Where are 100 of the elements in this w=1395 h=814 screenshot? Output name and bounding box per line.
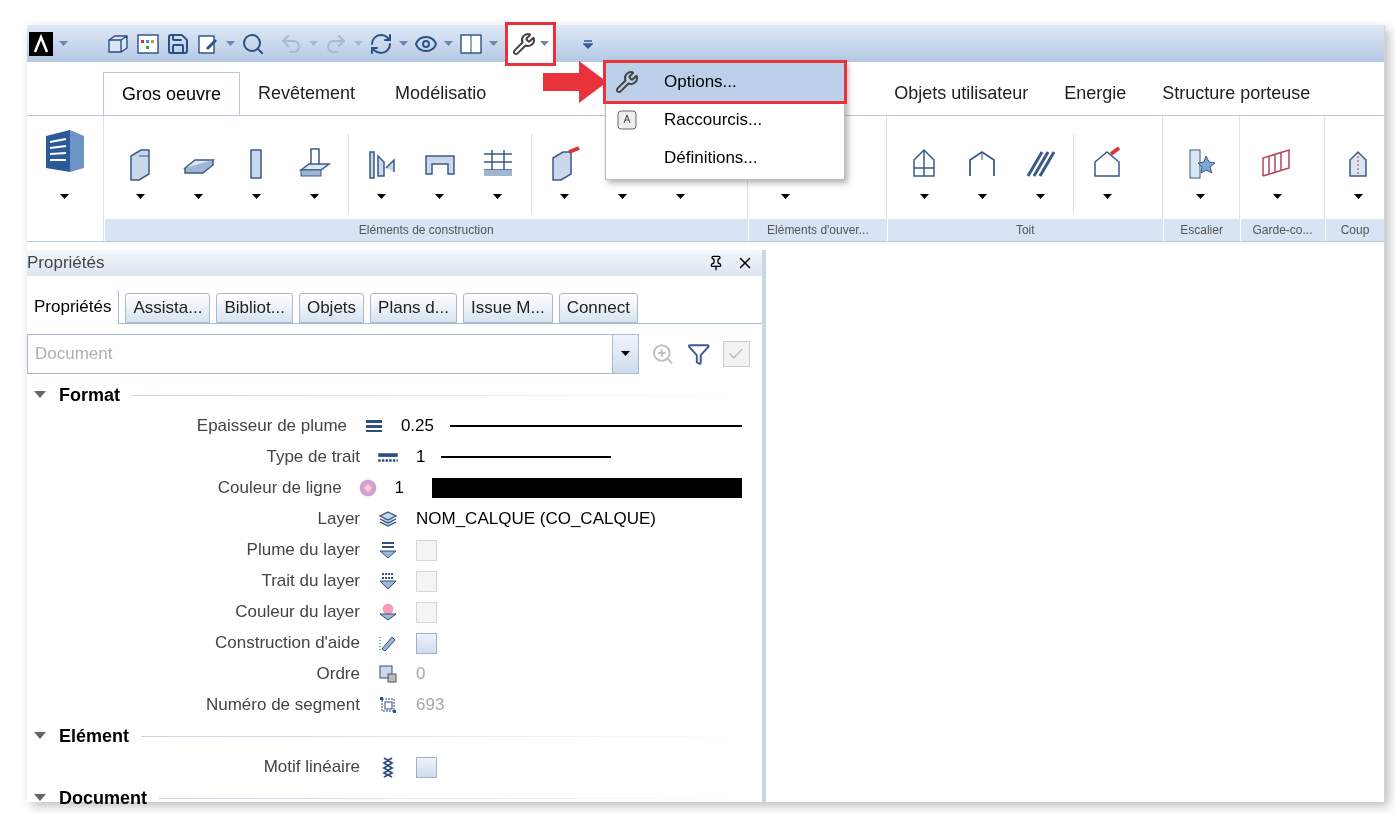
color-layer-icon bbox=[378, 602, 398, 622]
pin-icon[interactable] bbox=[708, 254, 724, 271]
caret-icon bbox=[60, 194, 70, 199]
caret-icon bbox=[676, 194, 686, 199]
section-heading: Document bbox=[59, 786, 147, 810]
property-label: Plume du layer bbox=[245, 539, 360, 562]
section-heading: Format bbox=[59, 383, 120, 407]
caret-icon bbox=[194, 194, 204, 199]
window-layout-icon[interactable] bbox=[459, 31, 483, 56]
collapse-arrow-icon[interactable] bbox=[33, 731, 47, 741]
caret-icon bbox=[310, 194, 320, 199]
property-label: Type de trait bbox=[265, 446, 360, 469]
layers-icon bbox=[378, 509, 398, 529]
panel-title: Propriétés bbox=[27, 252, 105, 274]
value-text: NOM_CALQUE (CO_CALQUE) bbox=[416, 508, 656, 531]
caret-icon bbox=[309, 41, 318, 46]
property-label: Epaisseur de plume bbox=[195, 415, 348, 438]
ribbon-tab[interactable]: Revêtement bbox=[240, 72, 374, 115]
caret-icon bbox=[540, 41, 549, 46]
menu-item[interactable]: Options... bbox=[606, 63, 844, 101]
property-label: Couleur de ligne bbox=[216, 477, 342, 500]
panel-tab[interactable]: Objets bbox=[298, 292, 365, 323]
property-label: Ordre bbox=[315, 663, 360, 686]
tools-icon bbox=[615, 70, 639, 94]
palette-grid-icon[interactable] bbox=[136, 31, 160, 56]
ribbon-tab[interactable]: Modélisatio bbox=[377, 72, 505, 115]
property-label: Motif linéaire bbox=[262, 756, 360, 779]
group-label: Coup bbox=[1340, 222, 1370, 239]
ribbon-tab[interactable]: Objets utilisateur bbox=[876, 72, 1047, 115]
document-dropdown[interactable]: Document bbox=[27, 333, 640, 374]
overflow-icon[interactable] bbox=[583, 38, 593, 49]
wrench-icon bbox=[512, 31, 536, 56]
menu-item[interactable]: Raccourcis... bbox=[606, 101, 844, 139]
filter-icon[interactable] bbox=[687, 341, 711, 366]
caret-icon bbox=[399, 41, 408, 46]
property-label: Layer bbox=[316, 508, 360, 531]
refresh-icon[interactable] bbox=[369, 31, 393, 56]
value-text: 0.25 bbox=[400, 415, 434, 438]
caret-icon bbox=[780, 194, 790, 199]
line-type-icon bbox=[378, 451, 398, 463]
app-logo-icon[interactable] bbox=[29, 31, 53, 56]
property-label: Trait du layer bbox=[260, 570, 360, 593]
caret-icon bbox=[1272, 194, 1282, 199]
document-field[interactable]: Document bbox=[28, 340, 528, 367]
value-text: 1 bbox=[394, 477, 404, 500]
chain-icon bbox=[381, 756, 395, 778]
property-label: Numéro de segment bbox=[204, 694, 360, 717]
keyboard-key-icon bbox=[616, 109, 638, 131]
ribbon-tab[interactable]: Structure porteuse bbox=[1144, 72, 1329, 115]
ribbon-tab[interactable]: Energie bbox=[1046, 72, 1145, 115]
group-label: Eléments de construction bbox=[358, 222, 494, 239]
property-label: Construction d'aide bbox=[214, 632, 360, 655]
group-label: Eléments d'ouver... bbox=[767, 222, 869, 239]
save-icon[interactable] bbox=[166, 31, 190, 56]
caret-icon bbox=[618, 194, 628, 199]
checkbox[interactable] bbox=[416, 756, 437, 778]
section-heading: Elément bbox=[59, 724, 130, 748]
order-icon bbox=[378, 664, 398, 684]
caret-icon bbox=[226, 41, 235, 46]
group-label: Escalier bbox=[1180, 222, 1223, 239]
caret-icon bbox=[919, 194, 929, 199]
value-text: 693 bbox=[416, 694, 445, 717]
value-text: 0 bbox=[416, 663, 426, 686]
checkbox[interactable] bbox=[416, 632, 437, 654]
panel-tab[interactable]: Connect bbox=[558, 292, 638, 323]
ribbon-tab[interactable]: Gros oeuvre bbox=[103, 72, 241, 115]
caret-icon bbox=[354, 41, 363, 46]
caret-icon bbox=[560, 194, 570, 199]
segment-icon bbox=[378, 695, 398, 715]
caret-icon bbox=[621, 351, 631, 356]
caret-icon bbox=[1035, 194, 1045, 199]
panel-tab[interactable]: Bibliot... bbox=[216, 292, 293, 323]
caret-icon bbox=[1354, 194, 1363, 199]
color-wheel-icon bbox=[358, 478, 379, 498]
group-label: Garde-co... bbox=[1252, 222, 1313, 239]
collapse-arrow-icon[interactable] bbox=[33, 793, 47, 803]
caret-icon bbox=[977, 194, 987, 199]
line-layer-icon bbox=[378, 571, 398, 591]
caret-icon bbox=[377, 194, 387, 199]
search-icon[interactable] bbox=[241, 31, 265, 56]
caret-icon bbox=[435, 194, 445, 199]
property-label: Couleur du layer bbox=[234, 601, 360, 624]
caret-icon bbox=[136, 194, 146, 199]
panel-tab[interactable]: Plans d... bbox=[370, 292, 457, 323]
pen-layer-icon bbox=[378, 540, 398, 560]
panel-tab[interactable]: Propriétés bbox=[27, 289, 120, 324]
value-text: 1 bbox=[416, 446, 426, 469]
group-label: Toit bbox=[1015, 222, 1035, 239]
caret-icon bbox=[1102, 194, 1112, 199]
caret-icon bbox=[444, 41, 453, 46]
caret-icon bbox=[489, 41, 498, 46]
caret-icon bbox=[493, 194, 503, 199]
menu-item[interactable]: Définitions... bbox=[606, 139, 844, 177]
panel-tab[interactable]: Assista... bbox=[125, 292, 211, 323]
tools-button[interactable] bbox=[508, 24, 553, 63]
collapse-arrow-icon[interactable] bbox=[33, 390, 47, 400]
caret-icon bbox=[252, 194, 262, 199]
panel-tab[interactable]: Issue M... bbox=[462, 292, 553, 323]
caret-icon bbox=[1195, 194, 1205, 199]
caret-icon bbox=[59, 41, 68, 46]
